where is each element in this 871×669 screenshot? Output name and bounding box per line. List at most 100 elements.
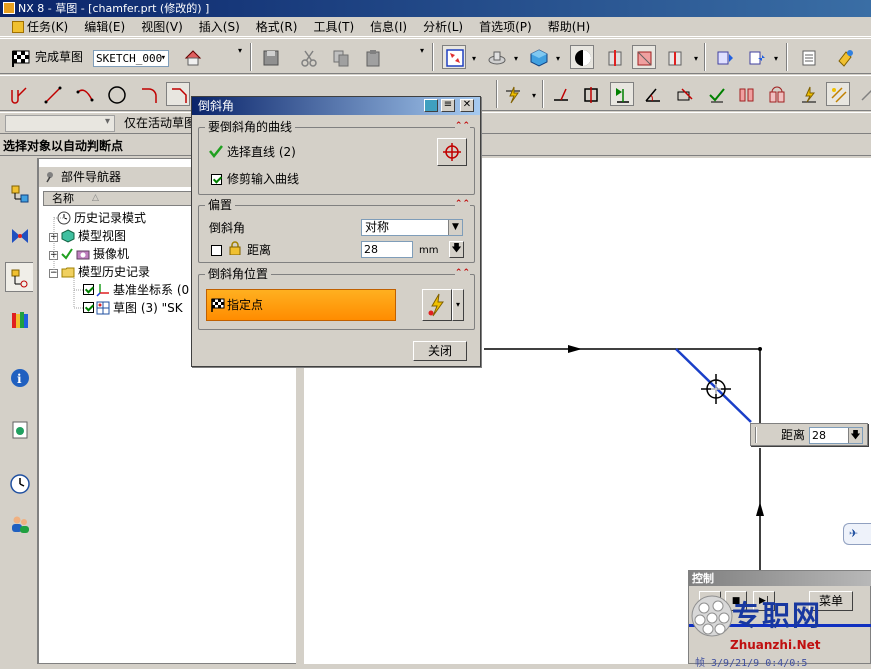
- rail-constraint-navigator[interactable]: [5, 220, 33, 250]
- dropdown-arrow[interactable]: ▾: [694, 55, 702, 63]
- menu-task[interactable]: 任务(K): [4, 17, 76, 37]
- layer-copy-button[interactable]: [744, 45, 768, 69]
- cut-button[interactable]: [296, 45, 320, 69]
- relations-browser-button[interactable]: [734, 82, 758, 106]
- menu-icon[interactable]: ≡: [441, 99, 455, 112]
- fit-view-button[interactable]: [442, 45, 466, 69]
- part-list-button[interactable]: [796, 45, 820, 69]
- rail-web-browser[interactable]: [5, 414, 33, 444]
- paste-button[interactable]: [360, 45, 384, 69]
- menu-info[interactable]: 信息(I): [362, 17, 415, 37]
- paint-button[interactable]: [832, 45, 856, 69]
- web-page-icon: [12, 421, 28, 439]
- collapse-chevron-icon[interactable]: ⌃⌃: [454, 198, 470, 210]
- profile-button[interactable]: [6, 82, 30, 106]
- rail-reuse-library[interactable]: [5, 304, 33, 334]
- select-curve-button[interactable]: [437, 138, 467, 166]
- close-icon[interactable]: ✕: [460, 99, 474, 112]
- rail-hd3d-tools[interactable]: i: [5, 362, 33, 392]
- point-dialog-button[interactable]: [422, 289, 452, 321]
- separator: [496, 80, 498, 108]
- orient-view-button[interactable]: [484, 45, 508, 69]
- more-tools-button[interactable]: [856, 82, 871, 106]
- type-filter-combo[interactable]: [5, 115, 115, 132]
- rail-history[interactable]: [5, 468, 33, 498]
- geometric-constraint-button[interactable]: [548, 82, 572, 106]
- clip-section-button[interactable]: [662, 45, 686, 69]
- distance-checkbox[interactable]: [211, 245, 222, 256]
- finish-sketch-label: 完成草图: [35, 50, 84, 64]
- scissors-icon: [301, 50, 317, 67]
- dialog-title: 倒斜角: [198, 99, 235, 113]
- render-style-button[interactable]: [526, 45, 550, 69]
- position-group-title: 倒斜角位置: [205, 267, 272, 282]
- menu-edit[interactable]: 编辑(E): [76, 17, 133, 37]
- menu-format[interactable]: 格式(R): [248, 17, 306, 37]
- part-navigator-icon: [11, 269, 28, 288]
- distance-input[interactable]: 28: [361, 241, 413, 258]
- dropdown-arrow[interactable]: ▾: [774, 55, 782, 63]
- specify-point-row[interactable]: 指定点: [206, 289, 396, 321]
- collapse-chevron-icon[interactable]: ⌃⌃: [454, 120, 470, 132]
- dropdown-arrow[interactable]: ▾: [532, 92, 540, 100]
- convert-reference-button[interactable]: [640, 82, 664, 106]
- collapse-chevron-icon[interactable]: ⌃⌃: [454, 267, 470, 279]
- shaded-cube-icon: [530, 49, 548, 67]
- arc-button[interactable]: [72, 82, 96, 106]
- rail-assembly-navigator[interactable]: [5, 178, 33, 208]
- dialog-titlebar[interactable]: 倒斜角 ≡ ✕: [192, 97, 480, 115]
- trim-input-checkbox[interactable]: [211, 174, 222, 185]
- info-wave-icon: i: [11, 369, 29, 387]
- dropdown-arrow[interactable]: ▾: [472, 55, 480, 63]
- dropdown-arrow[interactable]: ▾: [514, 55, 522, 63]
- layer-move-button[interactable]: [712, 45, 736, 69]
- sketch-style-button[interactable]: [570, 45, 594, 69]
- distance-tooltip-field[interactable]: 28 🡇: [809, 427, 863, 444]
- reset-icon[interactable]: [424, 99, 438, 112]
- quick-trim-button[interactable]: [500, 82, 524, 106]
- circle-button[interactable]: [104, 82, 128, 106]
- distance-options-button[interactable]: 🡇: [449, 241, 464, 258]
- chamfer-button[interactable]: [166, 82, 190, 106]
- chamfer-preview-line[interactable]: [675, 348, 752, 423]
- dropdown-arrow[interactable]: ▾: [420, 47, 428, 55]
- menu-view[interactable]: 视图(V): [133, 17, 191, 37]
- dropdown-arrow[interactable]: ▾: [556, 55, 564, 63]
- dropdown-arrow-icon[interactable]: 🡇: [848, 428, 862, 443]
- copy-button[interactable]: [328, 45, 352, 69]
- side-dock-tab[interactable]: ✈: [843, 523, 871, 545]
- menu-insert[interactable]: 插入(S): [191, 17, 248, 37]
- chamfer-icon: [172, 88, 187, 103]
- save-button[interactable]: [258, 45, 282, 69]
- selection-scope-label[interactable]: 仅在活动草图: [124, 115, 196, 132]
- conflict-button[interactable]: [764, 82, 788, 106]
- chamfer-mode-select[interactable]: 对称 ▼: [361, 219, 463, 236]
- lock-icon: [229, 241, 241, 258]
- animate-dimension-button[interactable]: [796, 82, 820, 106]
- fillet-button[interactable]: [136, 82, 160, 106]
- menu-help[interactable]: 帮助(H): [540, 17, 598, 37]
- clip-view-button[interactable]: [632, 45, 656, 69]
- menu-analysis[interactable]: 分析(L): [415, 17, 471, 37]
- sketch-name-combo[interactable]: SKETCH_000 ▾: [93, 50, 169, 67]
- hatch-button[interactable]: [826, 82, 850, 106]
- dropdown-arrow[interactable]: ▾: [238, 47, 246, 55]
- watermark-globe-logo: [691, 595, 733, 637]
- menu-preferences[interactable]: 首选项(P): [471, 17, 540, 37]
- svg-text:i: i: [17, 372, 22, 386]
- alternate-solution-button[interactable]: [672, 82, 696, 106]
- finish-sketch-button[interactable]: 完成草图: [8, 45, 92, 69]
- point-type-dropdown[interactable]: ▾: [452, 289, 464, 321]
- line-button[interactable]: [40, 82, 64, 106]
- grip-handle[interactable]: [755, 427, 757, 443]
- green-check-icon: [209, 144, 223, 161]
- rail-roles[interactable]: [5, 508, 33, 538]
- inferred-constraints-button[interactable]: [704, 82, 728, 106]
- show-constraints-button[interactable]: [610, 82, 634, 106]
- menu-tools[interactable]: 工具(T): [305, 17, 362, 37]
- close-button[interactable]: 关闭: [413, 341, 467, 361]
- section-view-button[interactable]: [602, 45, 626, 69]
- sketch-house-button[interactable]: [180, 45, 204, 69]
- auto-constraint-button[interactable]: [578, 82, 602, 106]
- rail-part-navigator[interactable]: [5, 262, 33, 292]
